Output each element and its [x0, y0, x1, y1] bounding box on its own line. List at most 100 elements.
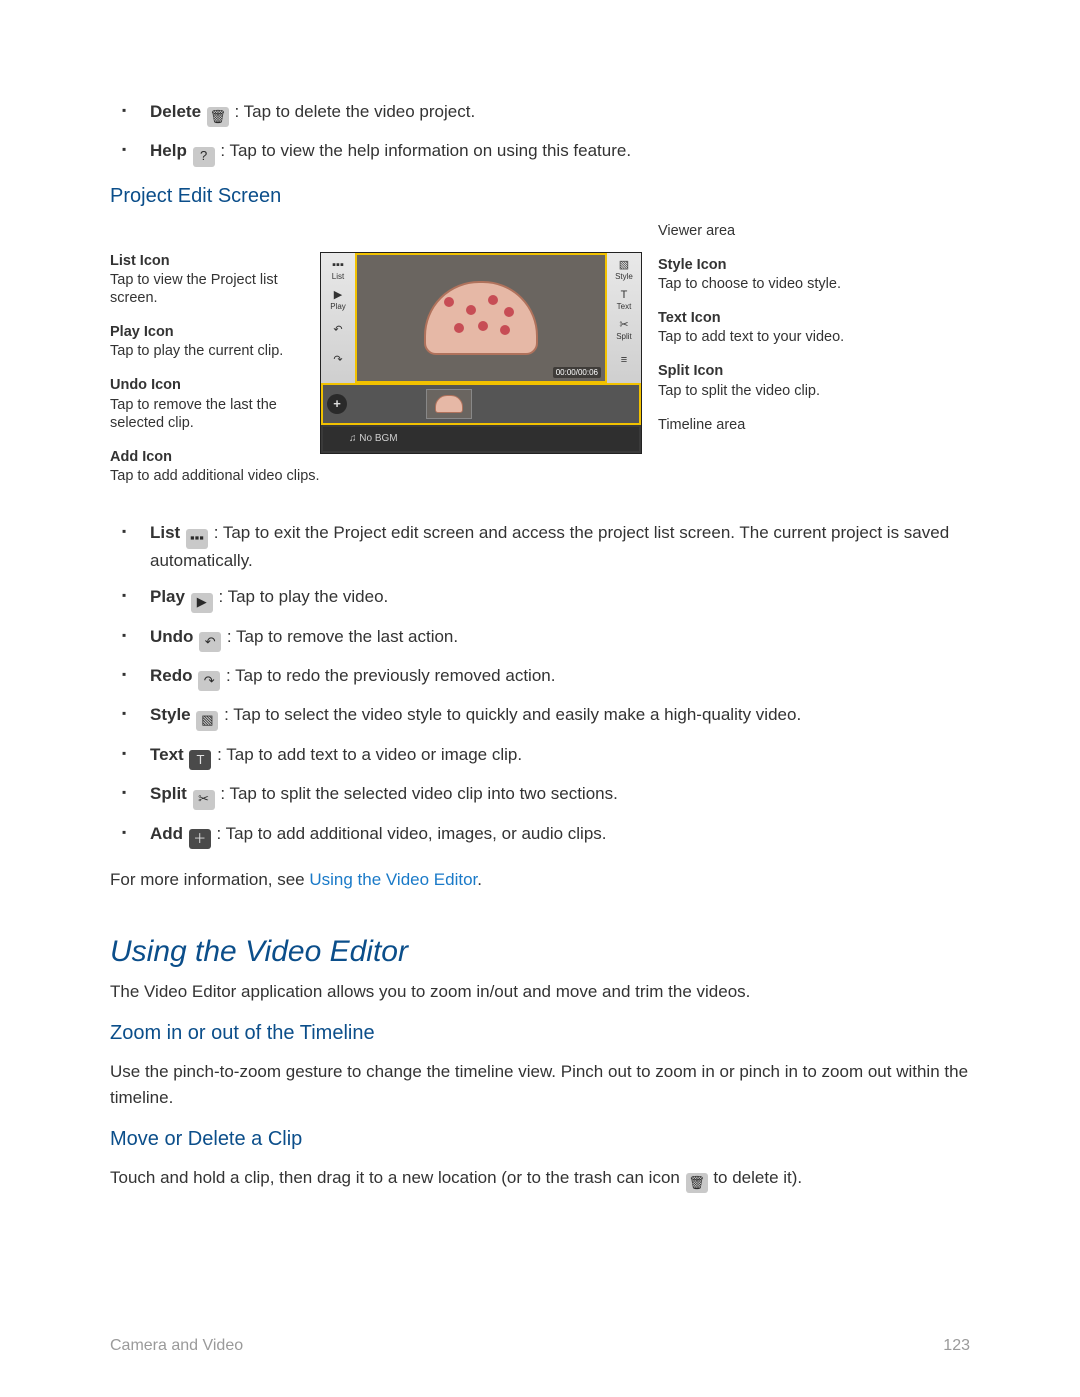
callout: Add Icon Tap to add additional video cli…	[110, 448, 320, 485]
item-text: : Tap to delete the video project.	[235, 102, 476, 121]
clip-time: 00:00/00:06	[553, 367, 601, 378]
item-text: : Tap to remove the last action.	[227, 627, 458, 646]
list-item: Help ? : Tap to view the help informatio…	[140, 139, 970, 166]
trash-icon: 🗑	[686, 1173, 708, 1193]
features-list: List ▪▪▪ : Tap to exit the Project edit …	[110, 521, 970, 849]
more-info: For more information, see Using the Vide…	[110, 867, 970, 893]
callouts-right: Viewer area Style Icon Tap to choose to …	[642, 222, 898, 450]
trash-icon: 🗑	[207, 107, 229, 127]
callout: Play Icon Tap to play the current clip.	[110, 323, 320, 360]
heading-move: Move or Delete a Clip	[110, 1128, 970, 1151]
link-using-video-editor[interactable]: Using the Video Editor	[309, 870, 477, 889]
callout-title: List Icon	[110, 252, 320, 270]
redo-button[interactable]: ↷	[324, 347, 352, 373]
callouts-left: List Icon Tap to view the Project list s…	[110, 222, 320, 501]
device-screenshot: ▪▪▪List ▶Play ↶ ↷ ▧Style TText ✂Split ≡ …	[320, 252, 642, 454]
menu-button[interactable]: ≡	[610, 347, 638, 373]
toolbar-right: ▧Style TText ✂Split ≡	[606, 253, 641, 383]
list-item: Text T : Tap to add text to a video or i…	[140, 743, 970, 770]
callout-desc: Tap to add additional video clips.	[110, 467, 320, 485]
callout-title: Split Icon	[658, 362, 898, 380]
annotated-diagram: List Icon Tap to view the Project list s…	[110, 222, 970, 501]
callout-desc: Tap to add text to your video.	[658, 328, 898, 346]
callout-desc: Tap to remove the last the selected clip…	[110, 396, 320, 432]
footer-section: Camera and Video	[110, 1337, 243, 1355]
item-text: : Tap to split the selected video clip i…	[220, 784, 618, 803]
footer-page-number: 123	[943, 1337, 970, 1355]
item-text: : Tap to add text to a video or image cl…	[217, 745, 522, 764]
callout-title: Undo Icon	[110, 376, 320, 394]
item-text: : Tap to select the video style to quick…	[224, 705, 801, 724]
callout-desc: Tap to play the current clip.	[110, 342, 320, 360]
add-icon: ＋	[189, 829, 211, 849]
move-text: Touch and hold a clip, then drag it to a…	[110, 1165, 970, 1193]
item-name: Play	[150, 587, 185, 606]
list-button[interactable]: ▪▪▪List	[324, 257, 352, 283]
callout: Split Icon Tap to split the video clip.	[658, 362, 898, 399]
item-text: : Tap to redo the previously removed act…	[226, 666, 555, 685]
toolbar-left: ▪▪▪List ▶Play ↶ ↷	[321, 253, 356, 383]
clip-preview	[424, 281, 538, 355]
style-icon: ▧	[196, 711, 218, 731]
more-info-prefix: For more information, see	[110, 870, 309, 889]
item-name: Style	[150, 705, 191, 724]
callout-title: Viewer area	[658, 222, 898, 240]
item-text: : Tap to add additional video, images, o…	[217, 824, 607, 843]
list-item: Play ▶ : Tap to play the video.	[140, 585, 970, 612]
item-name: Help	[150, 141, 187, 160]
list-item: List ▪▪▪ : Tap to exit the Project edit …	[140, 521, 970, 573]
style-button[interactable]: ▧Style	[610, 257, 638, 283]
callout-title: Style Icon	[658, 256, 898, 274]
list-item: Split ✂ : Tap to split the selected vide…	[140, 782, 970, 809]
item-text: : Tap to exit the Project edit screen an…	[150, 523, 949, 569]
page: Delete 🗑 : Tap to delete the video proje…	[0, 0, 1080, 1397]
item-text: : Tap to view the help information on us…	[220, 141, 631, 160]
callout-title: Play Icon	[110, 323, 320, 341]
callout-title: Timeline area	[658, 416, 898, 434]
split-button[interactable]: ✂Split	[610, 317, 638, 343]
callout: Timeline area	[658, 416, 898, 434]
using-intro: The Video Editor application allows you …	[110, 979, 970, 1005]
list-item: Delete 🗑 : Tap to delete the video proje…	[140, 100, 970, 127]
list-icon: ▪▪▪	[186, 529, 208, 549]
play-icon: ▶	[191, 593, 213, 613]
list-item: Add ＋ : Tap to add additional video, ima…	[140, 822, 970, 849]
callout-desc: Tap to view the Project list screen.	[110, 271, 320, 307]
item-name: Undo	[150, 627, 193, 646]
page-footer: Camera and Video 123	[110, 1337, 970, 1355]
callout: List Icon Tap to view the Project list s…	[110, 252, 320, 307]
play-button[interactable]: ▶Play	[324, 287, 352, 313]
item-text: : Tap to play the video.	[218, 587, 388, 606]
item-name: Add	[150, 824, 183, 843]
text-button[interactable]: TText	[610, 287, 638, 313]
move-suffix: to delete it).	[713, 1168, 802, 1187]
heading-using: Using the Video Editor	[110, 935, 970, 969]
callout-title: Text Icon	[658, 309, 898, 327]
help-icon: ?	[193, 147, 215, 167]
list-item: Style ▧ : Tap to select the video style …	[140, 703, 970, 730]
split-icon: ✂	[193, 790, 215, 810]
bgm-bar[interactable]: ♫ No BGM	[323, 427, 639, 451]
more-info-suffix: .	[477, 870, 482, 889]
callout: Undo Icon Tap to remove the last the sel…	[110, 376, 320, 431]
viewer-area: 00:00/00:06	[357, 255, 605, 381]
heading-zoom: Zoom in or out of the Timeline	[110, 1022, 970, 1045]
item-name: Split	[150, 784, 187, 803]
move-prefix: Touch and hold a clip, then drag it to a…	[110, 1168, 685, 1187]
text-icon: T	[189, 750, 211, 770]
timeline-area[interactable]: +	[323, 385, 639, 423]
callout: Style Icon Tap to choose to video style.	[658, 256, 898, 293]
callout-desc: Tap to choose to video style.	[658, 275, 898, 293]
list-item: Redo ↷ : Tap to redo the previously remo…	[140, 664, 970, 691]
heading-project-edit: Project Edit Screen	[110, 185, 970, 208]
add-clip-button[interactable]: +	[327, 394, 347, 414]
item-name: Redo	[150, 666, 193, 685]
callout-desc: Tap to split the video clip.	[658, 382, 898, 400]
undo-icon: ↶	[199, 632, 221, 652]
redo-icon: ↷	[198, 671, 220, 691]
undo-button[interactable]: ↶	[324, 317, 352, 343]
callout: Text Icon Tap to add text to your video.	[658, 309, 898, 346]
item-name: Delete	[150, 102, 201, 121]
callout-title: Add Icon	[110, 448, 320, 466]
timeline-thumb[interactable]	[427, 390, 471, 418]
